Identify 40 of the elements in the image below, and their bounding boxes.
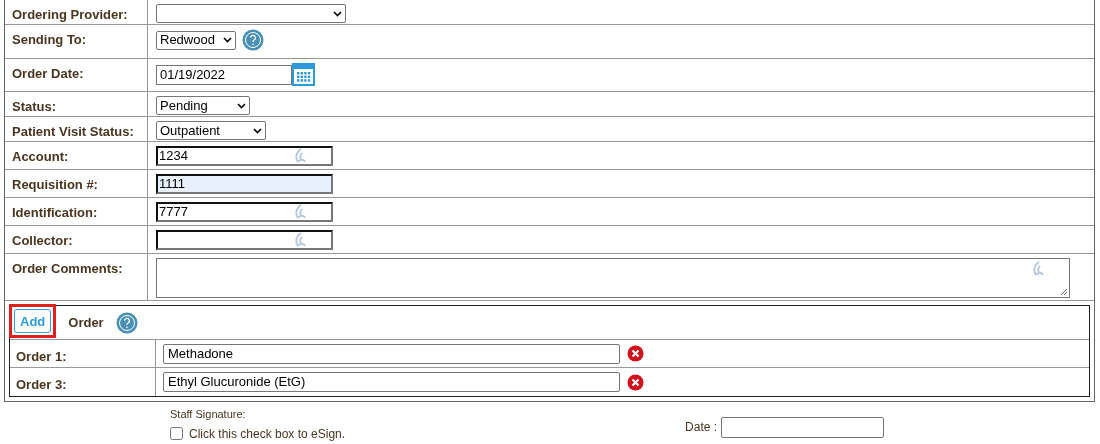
text-field[interactable]	[156, 230, 333, 250]
field-label: Requisition #:	[12, 177, 98, 192]
field-label: Sending To:	[12, 32, 87, 47]
signature-label: Staff Signature:	[170, 407, 247, 422]
text-field[interactable]: 1111	[156, 174, 333, 194]
order-heading: Order	[68, 313, 104, 332]
dropdown[interactable]	[156, 4, 346, 23]
field-label: Collector:	[12, 233, 73, 248]
resize-handle-icon[interactable]	[1060, 288, 1068, 296]
help-icon[interactable]	[242, 29, 264, 51]
field-label: Order Date:	[12, 66, 84, 81]
field-label: Account:	[12, 149, 69, 164]
esign-text: Click this check box to eSign.	[189, 425, 346, 443]
help-icon[interactable]	[115, 311, 138, 334]
order-label: Order 3:	[16, 377, 67, 392]
dropdown[interactable]: Outpatient	[156, 121, 266, 140]
text-field[interactable]: 7777	[156, 202, 333, 222]
comments-textarea[interactable]	[156, 258, 1070, 298]
caret-icon	[333, 10, 342, 17]
field-label: Identification:	[12, 205, 98, 220]
order-field[interactable]: Ethyl Glucuronide (EtG)	[163, 372, 620, 392]
caret-icon	[253, 127, 262, 134]
dropdown[interactable]: Redwood	[156, 30, 236, 50]
date-label: Date :	[685, 419, 718, 437]
text-field[interactable]: 1234	[156, 146, 333, 166]
esign-checkbox[interactable]	[170, 427, 183, 440]
order-field[interactable]: Methadone	[163, 343, 620, 364]
caret-icon	[223, 37, 232, 43]
field-label: Ordering Provider:	[12, 7, 128, 22]
dropdown[interactable]: Pending	[156, 96, 250, 115]
field-label: Patient Visit Status:	[12, 124, 134, 139]
remove-icon[interactable]	[627, 373, 644, 391]
field-label: Status:	[12, 99, 57, 114]
date-field[interactable]: 01/19/2022	[156, 64, 292, 85]
signature-date-field[interactable]	[721, 416, 885, 438]
remove-icon[interactable]	[627, 345, 644, 362]
field-label: Order Comments:	[12, 261, 123, 276]
caret-icon	[237, 102, 246, 109]
order-label: Order 1:	[16, 349, 67, 364]
calendar-icon[interactable]	[292, 63, 315, 86]
